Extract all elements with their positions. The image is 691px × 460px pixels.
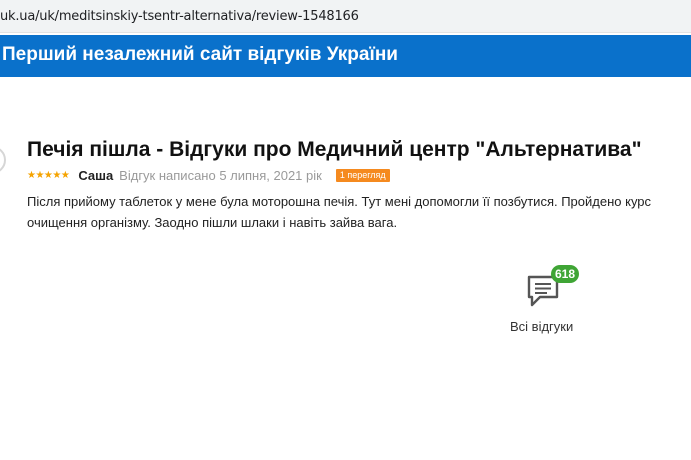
url-text[interactable]: uk.ua/uk/meditsinskiy-tsentr-alternativa…: [0, 9, 359, 24]
views-badge: 1 перегляд: [335, 168, 390, 182]
review-date: Відгук написано 5 липня, 2021 рік: [119, 167, 322, 183]
site-header-title[interactable]: Перший незалежний сайт відгуків України: [2, 44, 398, 66]
all-reviews-label[interactable]: Всі відгуки: [510, 319, 573, 334]
rating-stars-icon: ★★★★★: [27, 169, 70, 181]
review-body: Після прийому таблеток у мене була мотор…: [27, 191, 691, 233]
review-title: Печія пішла - Відгуки про Медичний центр…: [27, 138, 642, 161]
review-text-line: Після прийому таблеток у мене була мотор…: [27, 194, 652, 209]
review-text-line: очищення організму. Заодно пішли шлаки і…: [27, 215, 398, 230]
address-bar[interactable]: uk.ua/uk/meditsinskiy-tsentr-alternativa…: [0, 0, 691, 33]
review-author[interactable]: Саша: [78, 168, 113, 183]
all-reviews-link[interactable]: 618 Всі відгуки: [500, 264, 590, 336]
review-meta: ★★★★★ Саша Відгук написано 5 липня, 2021…: [27, 167, 390, 183]
reviews-count-badge[interactable]: 618: [551, 265, 580, 283]
site-header: Перший незалежний сайт відгуків України: [0, 35, 691, 77]
page: uk.ua/uk/meditsinskiy-tsentr-alternativa…: [0, 0, 691, 460]
avatar: [0, 146, 6, 174]
